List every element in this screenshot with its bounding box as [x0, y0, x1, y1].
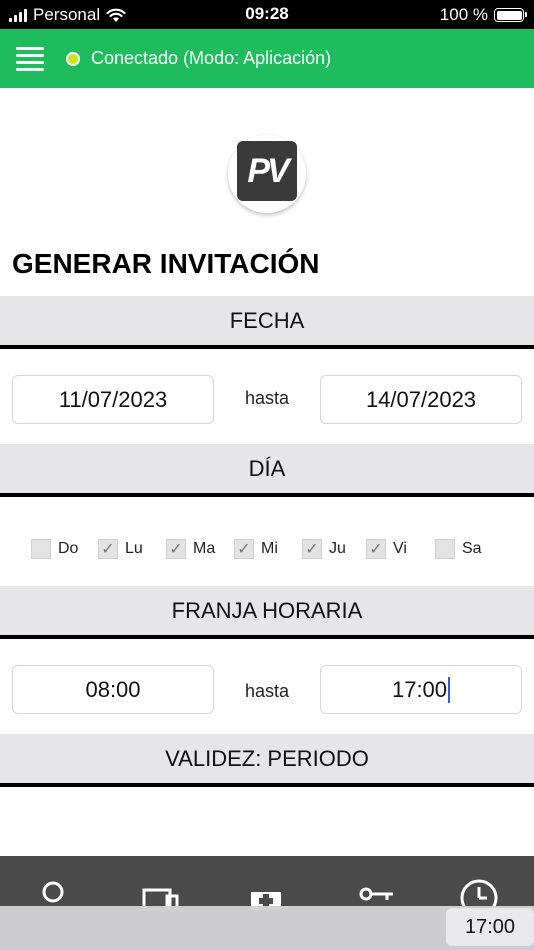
- hamburger-menu-icon[interactable]: [16, 46, 44, 71]
- time-to-value: 17:00: [391, 676, 448, 702]
- day-checkbox-ma[interactable]: ✓ Ma: [166, 537, 215, 561]
- time-separator: hasta: [244, 681, 290, 701]
- text-cursor: [448, 676, 451, 703]
- day-label: Lu: [125, 540, 143, 557]
- day-label: Mi: [261, 540, 278, 557]
- connection-status-dot: [66, 51, 80, 66]
- checkmark-icon: ✓: [98, 539, 118, 559]
- status-bar: Personal 09:28 100 %: [0, 0, 534, 29]
- app-logo: PV: [228, 135, 306, 213]
- checkbox-icon: [31, 539, 51, 559]
- day-checkbox-ju[interactable]: ✓ Ju: [302, 537, 346, 561]
- app-header: Conectado (Modo: Aplicación): [0, 29, 534, 88]
- day-checkbox-lu[interactable]: ✓ Lu: [98, 537, 143, 561]
- date-separator: hasta: [244, 388, 290, 408]
- date-to-field[interactable]: 14/07/2023: [320, 375, 522, 424]
- connection-status-text: Conectado (Modo: Aplicación): [91, 48, 332, 68]
- page-title: GENERAR INVITACIÓN: [12, 248, 320, 279]
- logo-mark: PV: [237, 141, 297, 201]
- day-checkbox-mi[interactable]: ✓ Mi: [234, 537, 278, 561]
- checkmark-icon: ✓: [166, 539, 186, 559]
- day-checkbox-sa[interactable]: Sa: [435, 537, 482, 561]
- section-header-validity: VALIDEZ: PERIODO: [0, 734, 534, 787]
- checkmark-icon: ✓: [366, 539, 386, 559]
- section-header-day: DÍA: [0, 444, 534, 497]
- checkbox-icon: [435, 539, 455, 559]
- day-label: Sa: [462, 540, 482, 557]
- day-label: Do: [58, 540, 79, 557]
- day-label: Ju: [329, 540, 346, 557]
- section-header-date: FECHA: [0, 296, 534, 349]
- time-to-field[interactable]: 17:00: [320, 665, 522, 714]
- time-from-field[interactable]: 08:00: [12, 665, 214, 714]
- date-from-field[interactable]: 11/07/2023: [12, 375, 214, 424]
- section-header-time-range: FRANJA HORARIA: [0, 586, 534, 639]
- status-right: 100 %: [439, 4, 527, 26]
- day-checkbox-vi[interactable]: ✓ Vi: [366, 537, 407, 561]
- day-checkbox-do[interactable]: Do: [31, 537, 78, 561]
- day-label: Ma: [193, 540, 216, 557]
- day-label: Vi: [393, 540, 407, 557]
- checkmark-icon: ✓: [302, 539, 322, 559]
- checkmark-icon: ✓: [234, 539, 254, 559]
- battery-icon: [494, 8, 527, 22]
- battery-percent: 100 %: [439, 5, 488, 24]
- time-suggestion-button[interactable]: 17:00: [446, 908, 534, 946]
